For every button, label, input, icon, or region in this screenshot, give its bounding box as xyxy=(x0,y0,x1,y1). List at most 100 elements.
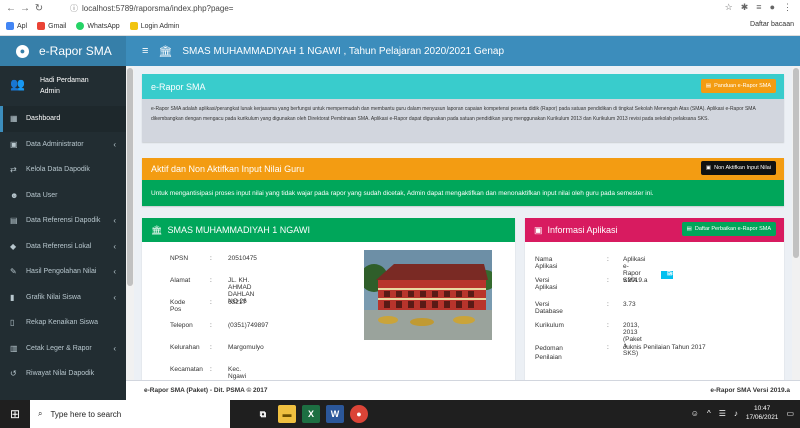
table-icon: ▤ xyxy=(10,216,18,226)
logo-icon: ● xyxy=(16,44,29,58)
sidebar-item-dapodik[interactable]: ⇄ Kelola Data Dapodik xyxy=(0,157,126,183)
tag-icon: ◆ xyxy=(10,241,17,251)
user-name: Hadi Perdaman xyxy=(40,77,89,84)
notification-icon[interactable]: ▭ xyxy=(786,409,794,418)
footer-version: e-Rapor SMA Versi 2019.a xyxy=(710,387,790,394)
aktif-box-text: Untuk mengantisipasi proses input nilai … xyxy=(142,180,784,206)
gmail-icon xyxy=(37,22,46,30)
footer-copyright: e-Rapor SMA (Paket) - Dit. PSMA © 2017 xyxy=(144,387,268,394)
main-scroll-thumb[interactable] xyxy=(793,68,799,258)
chevron-left-icon: ‹ xyxy=(113,343,116,353)
top-header: ≡ 🏛 SMAS MUHAMMADIYAH 1 NGAWI , Tahun Pe… xyxy=(126,36,800,66)
address-row: ← → ↻ ⓘ localhost:5789/raporsma/index.php… xyxy=(0,0,800,17)
back-button[interactable]: ← xyxy=(4,2,18,16)
sidebar-scroll-thumb[interactable] xyxy=(127,68,133,286)
avatar: 👥 xyxy=(10,77,25,91)
search-icon: ⌕ xyxy=(38,409,43,418)
browser-actions: ☆ ✱ ≡ ● ⋮ xyxy=(725,2,792,13)
sidebar-item-riwayat[interactable]: ↺ Riwayat Nilai Dapodik xyxy=(0,361,126,387)
whatsapp-icon xyxy=(76,22,85,30)
dashboard-icon: ▦ xyxy=(10,114,18,124)
sidebar-item-ref-lokal[interactable]: ◆ Data Referensi Lokal ‹ xyxy=(0,234,126,260)
windows-start-icon[interactable]: ⊞ xyxy=(0,400,30,428)
volume-icon[interactable]: ♪ xyxy=(734,409,738,418)
app-logo[interactable]: ● e-Rapor SMA xyxy=(0,36,126,66)
sidebar-item-nilai[interactable]: ✎ Hasil Pengolahan Nilai ‹ xyxy=(0,259,126,285)
guide-button[interactable]: ▤ Panduan e-Rapor SMA xyxy=(700,79,776,93)
book-icon: ▤ xyxy=(705,83,712,89)
app: ● e-Rapor SMA 👥 Hadi Perdaman Admin ▦ Dashb… xyxy=(0,36,800,400)
system-tray: ☺ ^ ☰ ♪ 10:47 17/06/2021 ▭ xyxy=(691,404,794,422)
main-scrollbar[interactable] xyxy=(792,66,800,380)
reload-button[interactable]: ↻ xyxy=(32,2,46,16)
aktif-box: Aktif dan Non Aktifkan Input Nilai Guru … xyxy=(142,158,784,206)
app-info-box-title: Informasi Aplikasi xyxy=(547,225,618,235)
school-photo xyxy=(364,250,492,340)
sidebar-item-cetak[interactable]: ▥ Cetak Leger & Rapor ‹ xyxy=(0,336,126,362)
address-bar[interactable]: ⓘ localhost:5789/raporsma/index.php?page= xyxy=(70,3,233,14)
user-role: Admin xyxy=(40,88,60,95)
taskbar-apps: ⧉ ▬ X W ● xyxy=(254,405,368,423)
institution-icon: 🏛 xyxy=(158,45,173,58)
taskbar: ⊞ ⌕ Type here to search ⧉ ▬ X W ● ☺ ^ ☰ ♪… xyxy=(0,400,800,428)
reading-list[interactable]: Daftar bacaan xyxy=(750,21,794,28)
file-icon: ▯ xyxy=(10,318,15,328)
sync-icon: ⇄ xyxy=(10,165,17,175)
history-icon: ↺ xyxy=(10,369,17,379)
info-box-header: e-Rapor SMA ▤ Panduan e-Rapor SMA xyxy=(142,74,784,99)
app-info-box-header: ▣ Informasi Aplikasi ▤ Daftar Perbaikan e-… xyxy=(525,218,784,242)
taskbar-search[interactable]: ⌕ Type here to search xyxy=(30,400,230,428)
bookmark-whatsapp[interactable]: WhatsApp xyxy=(76,22,120,30)
print-icon: ▥ xyxy=(10,343,18,353)
sidebar-menu: ▦ Dashboard ▣ Data Administrator ‹ ⇄ Kelola … xyxy=(0,106,126,387)
changelog-button[interactable]: ▤ Daftar Perbaikan e-Rapor SMA xyxy=(681,222,776,236)
main-content: e-Rapor SMA ▤ Panduan e-Rapor SMA e-Rapor… xyxy=(134,66,800,380)
sidebar-item-ref-dapodik[interactable]: ▤ Data Referensi Dapodik ‹ xyxy=(0,208,126,234)
app-info-box: ▣ Informasi Aplikasi ▤ Daftar Perbaikan e-… xyxy=(525,218,784,380)
more-icon[interactable]: ⋮ xyxy=(783,2,792,13)
person-icon[interactable]: ☺ xyxy=(691,409,699,418)
sidebar-item-users[interactable]: ☻ Data User xyxy=(0,183,126,209)
info-square-icon: ▣ xyxy=(534,224,543,235)
folder-icon xyxy=(129,22,138,30)
excel-icon[interactable]: X xyxy=(302,405,320,423)
school-icon: 🏛 xyxy=(151,224,163,235)
apps-icon xyxy=(6,22,14,30)
info-icon: ⓘ xyxy=(70,4,78,13)
briefcase-icon: ▣ xyxy=(10,139,18,149)
chrome-icon[interactable]: ● xyxy=(350,405,368,423)
info-box-text: e-Rapor SMA adalah aplikasi/perangkat lu… xyxy=(142,99,784,142)
bookmarks-bar: Apl Gmail WhatsApp Login Admin Daftar ba… xyxy=(0,18,800,34)
bookmark-login[interactable]: Login Admin xyxy=(129,22,179,30)
task-view-icon[interactable]: ⧉ xyxy=(254,405,272,423)
sidebar-item-administrator[interactable]: ▣ Data Administrator ‹ xyxy=(0,132,126,158)
list-icon[interactable]: ≡ xyxy=(756,2,761,13)
sidebar-item-rekap[interactable]: ▯ Rekap Kenaikan Siswa xyxy=(0,310,126,336)
sidebar-scrollbar[interactable] xyxy=(126,66,134,400)
bookmark-apps[interactable]: Apl xyxy=(6,22,27,30)
changes-button[interactable]: ▤ Daftar Perubahan xyxy=(661,271,710,279)
url-text: localhost:5789/raporsma/index.php?page= xyxy=(82,4,234,13)
sidebar-item-grafik[interactable]: ▮ Grafik Nilai Siswa ‹ xyxy=(0,285,126,311)
deactivate-input-button[interactable]: ▣ Non Aktifkan Input Nilai xyxy=(700,161,776,175)
menu-toggle-icon[interactable]: ≡ xyxy=(142,45,148,57)
star-icon[interactable]: ☆ xyxy=(725,2,733,13)
info-box-title: e-Rapor SMA xyxy=(151,81,206,92)
bookmark-gmail[interactable]: Gmail xyxy=(37,22,66,30)
school-box: 🏛 SMAS MUHAMMADIYAH 1 NGAWI NPSN:20510475… xyxy=(142,218,515,380)
chevron-left-icon: ‹ xyxy=(113,267,116,277)
chevron-left-icon: ‹ xyxy=(113,241,116,251)
word-icon[interactable]: W xyxy=(326,405,344,423)
network-icon[interactable]: ☰ xyxy=(719,409,726,418)
sidebar-item-dashboard[interactable]: ▦ Dashboard xyxy=(0,106,126,132)
file-explorer-icon[interactable]: ▬ xyxy=(278,405,296,423)
forward-button[interactable]: → xyxy=(18,2,32,16)
page-title: SMAS MUHAMMADIYAH 1 NGAWI , Tahun Pelaja… xyxy=(182,45,505,57)
footer: e-Rapor SMA (Paket) - Dit. PSMA © 2017 e… xyxy=(126,380,800,400)
caret-up-icon[interactable]: ^ xyxy=(707,409,711,418)
extensions-icon[interactable]: ✱ xyxy=(741,2,749,13)
school-box-title: SMAS MUHAMMADIYAH 1 NGAWI xyxy=(167,225,310,235)
profile-icon[interactable]: ● xyxy=(770,2,775,13)
info-box: e-Rapor SMA ▤ Panduan e-Rapor SMA e-Rapor… xyxy=(142,74,784,142)
clock[interactable]: 10:47 17/06/2021 xyxy=(746,404,779,422)
